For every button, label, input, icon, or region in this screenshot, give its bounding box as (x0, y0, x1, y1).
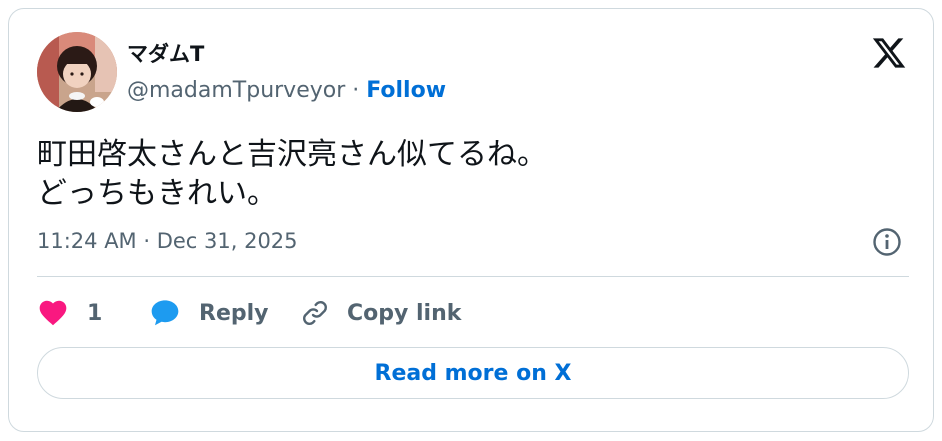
display-name[interactable]: マダムT (127, 41, 204, 67)
tweet-text-line-1: 町田啓太さんと吉沢亮さん似てるね。 (37, 137, 547, 172)
copy-link-label: Copy link (347, 300, 462, 326)
copy-link-button[interactable]: Copy link (299, 293, 461, 333)
reply-label: Reply (199, 300, 269, 326)
heart-icon (39, 300, 67, 326)
reply-button[interactable]: Reply (149, 293, 269, 333)
like-button[interactable]: 1 (37, 293, 102, 333)
timestamp[interactable]: 11:24 AM · Dec 31, 2025 (37, 227, 298, 255)
tweet-text: 町田啓太さんと吉沢亮さん似てるね。 どっちもきれい。 (37, 135, 547, 213)
tweet-card: マダムT @madamTpurveyor · Follow 町田啓太さんと吉沢亮… (8, 8, 934, 432)
read-more-label: Read more on X (374, 360, 572, 386)
read-more-button[interactable]: Read more on X (37, 347, 909, 399)
x-logo-icon[interactable] (871, 35, 907, 71)
like-count: 1 (87, 300, 103, 326)
handle-row: @madamTpurveyor · Follow (127, 77, 446, 105)
avatar[interactable] (37, 32, 117, 112)
follow-button[interactable]: Follow (366, 78, 446, 103)
separator-dot: · (352, 78, 360, 103)
info-icon[interactable] (872, 227, 902, 257)
reply-icon (151, 300, 179, 326)
avatar-image (37, 32, 117, 112)
link-icon (303, 301, 327, 325)
divider (37, 276, 909, 277)
user-handle[interactable]: @madamTpurveyor (127, 78, 345, 103)
tweet-text-line-2: どっちもきれい。 (37, 176, 277, 211)
